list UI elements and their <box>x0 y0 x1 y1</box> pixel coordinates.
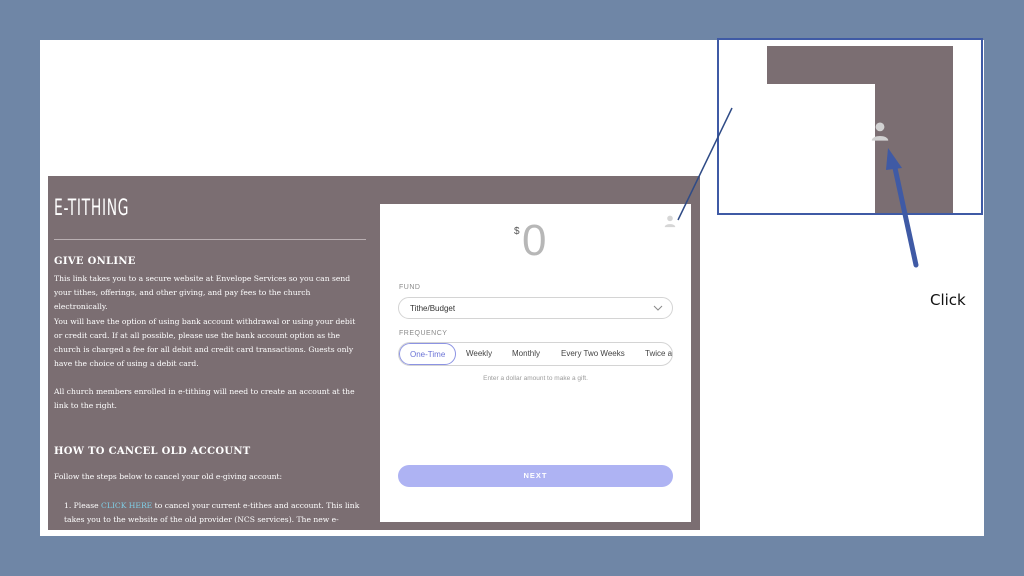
give-online-paragraph-3: All church members enrolled in e-tithing… <box>54 387 355 410</box>
giving-form: $ 0 FUND Tithe/Budget FREQUENCY One-Time… <box>380 204 691 522</box>
frequency-option-every-two-weeks[interactable]: Every Two Weeks <box>561 343 625 365</box>
give-online-heading: GIVE ONLINE <box>54 256 136 267</box>
fund-value: Tithe/Budget <box>410 304 456 313</box>
page-title: E-TITHING <box>54 196 130 221</box>
title-divider <box>54 239 366 240</box>
zoom-form-area <box>719 84 875 213</box>
amount-display[interactable]: $ 0 <box>514 216 564 270</box>
frequency-selector: One-Time Weekly Monthly Every Two Weeks … <box>398 342 673 366</box>
currency-symbol: $ <box>514 226 520 237</box>
cancel-step-1: 1. Please CLICK HERE to cancel your curr… <box>64 499 362 530</box>
frequency-label: FREQUENCY <box>399 330 448 337</box>
user-icon[interactable] <box>663 214 677 228</box>
frequency-option-monthly[interactable]: Monthly <box>512 343 540 365</box>
zoomed-user-icon <box>871 122 889 141</box>
fund-select[interactable]: Tithe/Budget <box>398 297 673 319</box>
click-here-link[interactable]: CLICK HERE <box>101 501 152 510</box>
zoom-callout <box>717 38 983 215</box>
step1-prefix: 1. Please <box>64 501 99 510</box>
frequency-option-one-time[interactable]: One-Time <box>399 343 457 365</box>
amount-value[interactable]: 0 <box>522 216 546 266</box>
chevron-down-icon <box>653 305 663 311</box>
cancel-intro: Follow the steps below to cancel your ol… <box>54 472 283 481</box>
give-online-paragraph-2: You will have the option of using bank a… <box>54 317 356 368</box>
cancel-heading: HOW TO CANCEL OLD ACCOUNT <box>54 446 251 457</box>
click-annotation-label: Click <box>930 291 966 309</box>
next-button[interactable]: NEXT <box>398 465 673 487</box>
fund-label: FUND <box>399 284 421 291</box>
frequency-option-weekly[interactable]: Weekly <box>466 343 492 365</box>
frequency-option-twice-a[interactable]: Twice a <box>645 343 672 365</box>
give-online-paragraph-1: This link takes you to a secure website … <box>54 274 351 311</box>
amount-hint: Enter a dollar amount to make a gift. <box>483 375 588 382</box>
